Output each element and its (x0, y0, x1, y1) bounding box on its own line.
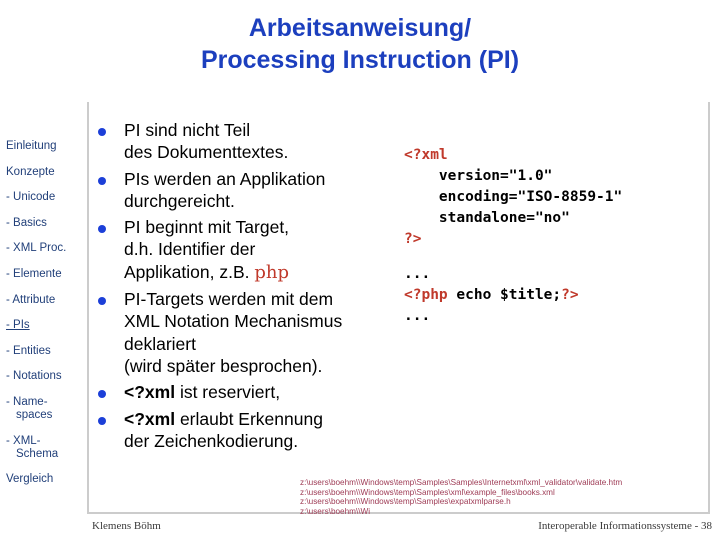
sidebar-item-label: - XML Proc. (6, 242, 67, 255)
list-item: PI-Targets werden mit dem XML Notation M… (96, 288, 396, 377)
sidebar-item-einleitung[interactable]: Einleitung (6, 140, 86, 153)
bullet-icon (98, 176, 106, 185)
sidebar-item-label: Konzepte (6, 165, 55, 178)
sidebar-divider (87, 102, 89, 514)
bullet-line: der Zeichenkodierung. (124, 430, 299, 451)
page-title-line-2: Processing Instruction (PI) (200, 46, 520, 74)
php-close-tag: ?> (561, 287, 579, 303)
file-path: z:\users\boehm\\Wi (300, 506, 371, 516)
bullet-line-text: erlaubt Erkennung (175, 408, 323, 429)
sidebar-item-label: - Notations (6, 370, 62, 383)
file-path: z:\users\boehm\\Windows\temp\Samples\Sam… (300, 478, 623, 487)
sidebar-item-label: - PIs (6, 319, 30, 332)
bullet-body: PI beginnt mit Target, d.h. Identifier d… (124, 216, 396, 284)
list-item: PI sind nicht Teil des Dokumenttextes. (96, 119, 396, 164)
code-line: version="1.0" (404, 168, 553, 184)
footer-author: Klemens Böhm (92, 520, 161, 532)
code-spacer (404, 250, 704, 264)
bullet-icon (98, 225, 106, 234)
sidebar-item-label: - Entities (6, 344, 51, 357)
sidebar-item-label: - Unicode (6, 191, 56, 204)
code-line: <?xml (404, 145, 704, 166)
code-examples: <?xml version="1.0" encoding="ISO-8859-1… (404, 145, 704, 327)
php-statement: echo $title; (447, 287, 562, 303)
right-divider (708, 102, 710, 514)
sidebar-item-label: - XML- (6, 434, 41, 447)
bullet-line: des Dokumenttextes. (124, 142, 289, 163)
bullet-line: PIs werden an Applikation (124, 168, 326, 189)
php-open-tag: <?php (404, 287, 448, 303)
sidebar-item-namespaces[interactable]: - Name- spaces (6, 396, 86, 422)
bullet-line: <?xml erlaubt Erkennung (124, 408, 396, 430)
file-path: z:\users\boehm\\Windows\temp\Samples\xml… (300, 487, 555, 497)
sidebar-item-attribute[interactable]: - Attribute (6, 294, 86, 307)
bullet-body: PI sind nicht Teil des Dokumenttextes. (124, 119, 396, 164)
code-block-xml-declaration: <?xml version="1.0" encoding="ISO-8859-1… (404, 145, 704, 250)
bullet-icon (98, 297, 106, 306)
bullet-line: d.h. Identifier der (124, 239, 256, 260)
sidebar-item-pis[interactable]: - PIs (6, 319, 86, 332)
bullet-line: PI beginnt mit Target, (124, 217, 290, 238)
footer-course: Interoperable Informationssysteme - 38 (538, 520, 712, 532)
xml-decl-keyword: <?xml (124, 382, 176, 403)
sidebar-item-unicode[interactable]: - Unicode (6, 191, 86, 204)
bullet-line: (wird später besprochen). (124, 355, 323, 376)
bullet-line-text: Applikation, z.B. (124, 261, 255, 282)
bullet-body: PIs werden an Applikation durchgereicht. (124, 168, 396, 213)
sidebar-item-label: - Attribute (6, 293, 56, 306)
sidebar-item-label-cont: Schema (16, 447, 59, 460)
bullet-line: PI sind nicht Teil (124, 120, 251, 140)
file-path: z:\users\boehm\\Windows\temp\Samples\exp… (300, 497, 511, 507)
sidebar-item-label: - Elemente (6, 267, 62, 280)
bullet-line: XML Notation Mechanismus (124, 311, 343, 332)
bullet-body: PI-Targets werden mit dem XML Notation M… (124, 288, 396, 377)
bullet-body: <?xml ist reserviert, (124, 381, 396, 403)
list-item: <?xml ist reserviert, (96, 381, 396, 403)
code-line: standalone="no" (404, 210, 570, 226)
xml-decl-keyword: <?xml (124, 408, 176, 429)
sidebar-item-label: Vergleich (6, 473, 54, 486)
bullet-list: PI sind nicht Teil des Dokumenttextes. P… (96, 119, 396, 456)
php-target-code: php (254, 261, 289, 283)
sidebar-item-basics[interactable]: - Basics (6, 217, 86, 230)
page-title-line-1: Arbeitsanweisung/ (248, 14, 472, 42)
list-item: PIs werden an Applikation durchgereicht. (96, 168, 396, 213)
sidebar-item-label-cont: spaces (16, 408, 53, 421)
sidebar-item-konzepte[interactable]: Konzepte (6, 166, 86, 179)
sidebar-item-xml-proc[interactable]: - XML Proc. (6, 242, 86, 255)
bullet-line: <?xml ist reserviert, (124, 381, 396, 403)
bullet-icon (98, 390, 106, 399)
bullet-line: deklariert (124, 333, 196, 354)
sidebar-item-vergleich[interactable]: Vergleich (6, 473, 86, 486)
bullet-icon (98, 128, 106, 136)
code-line: ... (404, 308, 431, 324)
xml-open-tag: <?xml (404, 147, 448, 163)
sidebar-item-notations[interactable]: - Notations (6, 370, 86, 383)
bullet-line-text: ist reserviert, (175, 382, 281, 403)
sidebar-item-xml-schema[interactable]: - XML- Schema (6, 435, 86, 461)
page-title: Arbeitsanweisung/ Processing Instruction… (0, 12, 720, 76)
code-line: <?php echo $title;?> (404, 285, 704, 306)
sidebar-item-entities[interactable]: - Entities (6, 345, 86, 358)
file-path-list: z:\users\boehm\\Windows\temp\Samples\Sam… (300, 478, 712, 516)
bullet-line: Applikation, z.B. php (124, 261, 396, 284)
bullet-line: PI-Targets werden mit dem (124, 289, 334, 310)
sidebar-item-label: Einleitung (6, 140, 57, 152)
code-line: encoding="ISO-8859-1" (404, 189, 623, 205)
sidebar-nav: Einleitung Konzepte - Unicode - Basics -… (0, 140, 86, 499)
bullet-line: durchgereicht. (124, 190, 235, 211)
list-item: PI beginnt mit Target, d.h. Identifier d… (96, 216, 396, 284)
code-line: ... (404, 266, 431, 282)
sidebar-item-label: - Basics (6, 216, 47, 229)
code-line: ?> (404, 229, 704, 250)
sidebar-item-label: - Name- (6, 395, 48, 408)
list-item: <?xml erlaubt Erkennung der Zeichenkodie… (96, 408, 396, 453)
code-block-php: ... <?php echo $title;?> ... (404, 264, 704, 327)
bullet-icon (98, 416, 106, 425)
xml-close-tag: ?> (404, 231, 422, 247)
sidebar-item-elemente[interactable]: - Elemente (6, 268, 86, 281)
bullet-body: <?xml erlaubt Erkennung der Zeichenkodie… (124, 408, 396, 453)
